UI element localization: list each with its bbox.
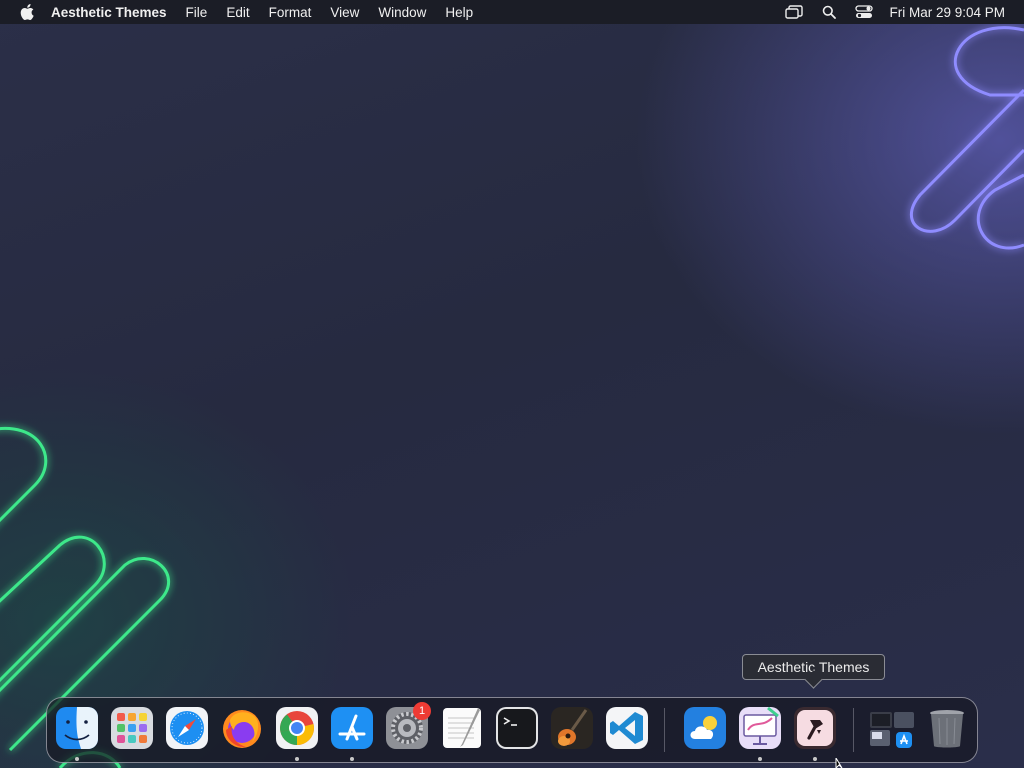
apple-menu-icon[interactable] (17, 2, 37, 22)
dock-tooltip: Aesthetic Themes (742, 654, 885, 680)
running-indicator (813, 757, 817, 761)
notification-badge: 1 (413, 702, 431, 720)
dock: 1 (46, 697, 978, 763)
menu-help[interactable]: Help (445, 5, 473, 20)
app-store-icon (331, 707, 373, 749)
dock-item-textedit[interactable] (440, 706, 484, 750)
control-center-icon[interactable] (854, 4, 874, 20)
mouse-cursor-icon (835, 758, 843, 768)
running-indicator (75, 757, 79, 761)
presentation-icon (739, 706, 781, 749)
running-indicator (295, 757, 299, 761)
dock-item-presentation-app[interactable] (738, 706, 782, 750)
garageband-icon (551, 707, 593, 749)
screen-mirroring-icon[interactable] (784, 4, 804, 20)
dock-item-terminal[interactable] (495, 706, 539, 750)
dock-item-app-store[interactable] (330, 706, 374, 750)
firefox-icon (223, 710, 261, 748)
menu-edit[interactable]: Edit (226, 5, 249, 20)
dock-item-chrome[interactable] (275, 706, 319, 750)
aesthetic-themes-icon (794, 707, 836, 749)
dock-item-weather[interactable] (683, 706, 727, 750)
dock-separator (853, 708, 854, 752)
active-app-name[interactable]: Aesthetic Themes (51, 5, 167, 20)
launchpad-icon (111, 707, 153, 749)
neon-purple-stripes (910, 26, 1024, 250)
dock-item-trash[interactable] (925, 706, 969, 750)
app-folder-icon (870, 712, 914, 748)
dock-item-safari[interactable] (165, 706, 209, 750)
dock-item-garageband[interactable] (550, 706, 594, 750)
menu-format[interactable]: Format (269, 5, 312, 20)
desktop-wallpaper (0, 26, 1024, 768)
dock-item-recent-apps-folder[interactable] (870, 706, 914, 750)
terminal-icon (496, 707, 538, 749)
dock-separator (664, 708, 665, 752)
dock-item-system-settings[interactable]: 1 (385, 702, 431, 750)
vscode-icon (606, 707, 648, 749)
menu-view[interactable]: View (330, 5, 359, 20)
safari-icon (166, 707, 208, 749)
finder-icon (56, 707, 98, 749)
dock-item-aesthetic-themes[interactable] (793, 706, 837, 750)
running-indicator (758, 757, 762, 761)
chrome-icon (276, 707, 318, 749)
dock-item-firefox[interactable] (220, 706, 264, 750)
dock-item-launchpad[interactable] (110, 706, 154, 750)
dock-item-finder[interactable] (55, 706, 99, 750)
menu-window[interactable]: Window (378, 5, 426, 20)
menu-file[interactable]: File (186, 5, 208, 20)
dock-item-vscode[interactable] (605, 706, 649, 750)
textedit-icon (443, 708, 481, 748)
weather-icon (684, 707, 726, 749)
trash-icon (930, 710, 964, 748)
menu-bar-clock[interactable]: Fri Mar 29 9:04 PM (889, 5, 1005, 20)
spotlight-search-icon[interactable] (819, 4, 839, 20)
running-indicator (350, 757, 354, 761)
menu-bar: Aesthetic Themes File Edit Format View W… (0, 0, 1024, 24)
